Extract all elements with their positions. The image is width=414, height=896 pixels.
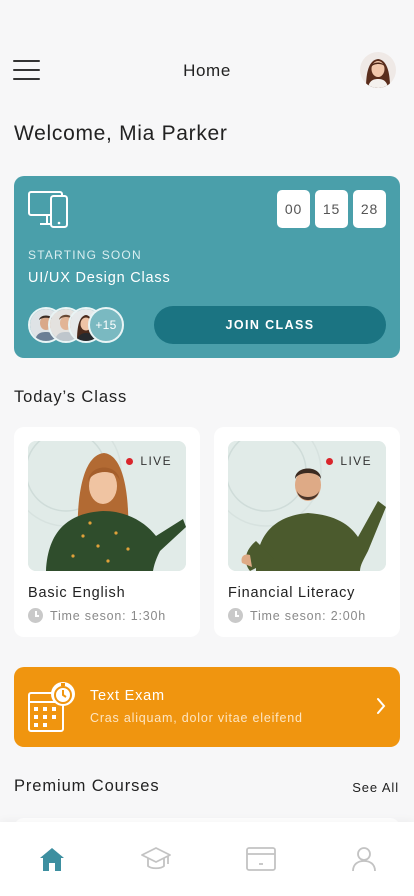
page-title: Home [183, 61, 231, 80]
payment-card-icon [246, 847, 276, 871]
chevron-right-icon [377, 698, 386, 714]
tab-profile[interactable] [347, 844, 381, 874]
devices-icon [28, 191, 68, 228]
more-attendees-badge: +15 [88, 307, 124, 343]
bottom-tab-bar [0, 822, 414, 896]
graduation-cap-icon [141, 847, 171, 870]
countdown-timer: 00 15 28 [277, 190, 386, 228]
see-all-link[interactable]: See All [352, 780, 399, 795]
live-indicator-icon [126, 457, 134, 465]
live-indicator-icon [326, 457, 334, 465]
class-name: Basic English [28, 585, 126, 601]
welcome-heading: Welcome, Mia Parker [14, 122, 228, 145]
class-duration: Time seson: 2:00h [228, 608, 366, 623]
exam-subtitle: Cras aliquam, dolor vitae eleifend [90, 711, 303, 725]
clock-icon [228, 608, 243, 623]
tab-payments[interactable] [244, 844, 278, 874]
live-badge: LIVE [326, 454, 372, 468]
join-class-button[interactable]: JOIN CLASS [154, 306, 386, 344]
class-card[interactable]: LIVE Basic English Time seson: 1:30h [14, 427, 200, 637]
class-duration: Time seson: 1:30h [28, 608, 166, 623]
countdown-seconds: 28 [353, 190, 386, 228]
attendee-avatars: +15 [28, 307, 138, 343]
class-card[interactable]: LIVE Financial Literacy Time seson: 2:00… [214, 427, 400, 637]
tab-courses[interactable] [139, 844, 173, 874]
countdown-minutes: 15 [315, 190, 348, 228]
exam-title: Text Exam [90, 688, 165, 704]
exam-banner[interactable]: Text Exam Cras aliquam, dolor vitae elei… [14, 667, 400, 747]
class-name: Financial Literacy [228, 585, 356, 601]
todays-class-heading: Today’s Class [14, 388, 128, 406]
exam-calendar-icon [28, 682, 75, 732]
countdown-hours: 00 [277, 190, 310, 228]
app-header: Home [0, 48, 414, 92]
home-icon [40, 848, 64, 871]
upcoming-class-card: 00 15 28 STARTING SOON UI/UX Design Clas… [14, 176, 400, 358]
class-title: UI/UX Design Class [28, 270, 171, 286]
clock-icon [28, 608, 43, 623]
profile-icon [352, 847, 376, 872]
live-badge: LIVE [126, 454, 172, 468]
tab-home[interactable] [35, 844, 69, 874]
class-status-label: STARTING SOON [28, 248, 142, 262]
premium-courses-heading: Premium Courses [14, 777, 160, 795]
avatar[interactable] [360, 52, 396, 88]
